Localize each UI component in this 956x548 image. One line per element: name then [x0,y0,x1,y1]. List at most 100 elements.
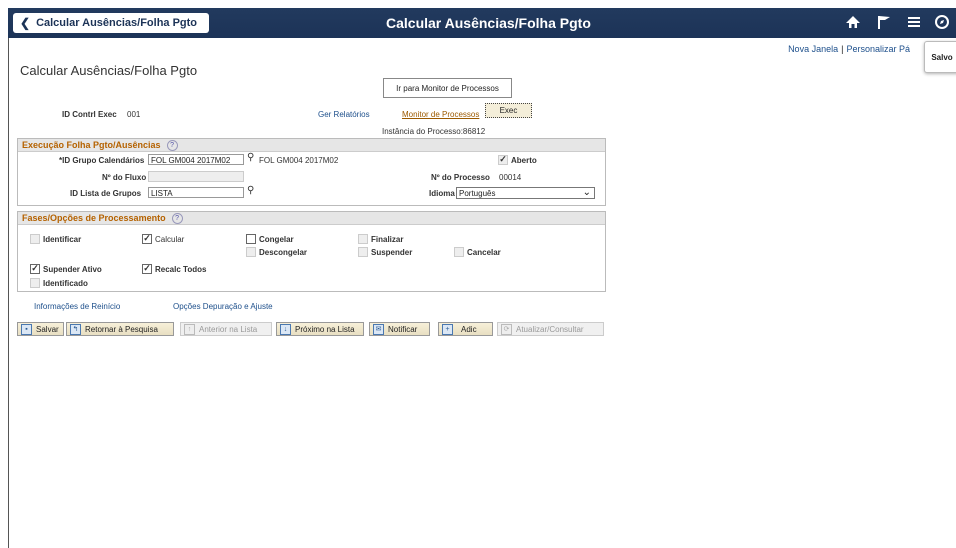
top-banner: ❮ Calcular Ausências/Folha Pgto Calcular… [8,8,956,38]
search-icon[interactable]: ⚲ [247,152,254,163]
recalc-all-checkbox[interactable]: ✓ Recalc Todos [142,264,206,274]
add-label: Adic [461,324,477,334]
chevron-left-icon: ❮ [20,16,31,30]
flow-label: Nº do Fluxo [102,173,147,182]
group-list-label: ID Lista de Grupos [70,189,142,198]
flag-icon[interactable] [876,14,892,35]
save-button[interactable]: ▪ Salvar [17,322,64,336]
cancel-label: Cancelar [467,247,501,257]
open-checkbox: ✓ Aberto [498,155,537,165]
open-label: Aberto [511,155,537,165]
next-label: Próximo na Lista [295,324,355,334]
suspend-checkbox: Suspender [358,247,412,257]
checkbox-box [358,247,368,257]
processing-phases-section: Fases/Opções de Processamento? [17,211,606,292]
language-select[interactable]: Português ⌄ [456,187,595,199]
search-icon[interactable]: ⚲ [247,185,254,196]
checkbox-box [30,234,40,244]
next-icon: ↓ [280,323,291,335]
identify-checkbox: Identificar [30,234,81,244]
suspend-label: Suspender [371,247,413,257]
unfreeze-checkbox: Descongelar [246,247,307,257]
next-in-list-button[interactable]: ↓ Próximo na Lista [276,322,364,336]
personalize-link[interactable]: Personalizar Pá [846,44,910,54]
compass-icon[interactable] [934,14,950,35]
language-label: Idioma [429,189,455,198]
return-to-search-button[interactable]: ↰ Retornar à Pesquisa [66,322,174,336]
save-label: Salvar [36,324,59,334]
menu-icon[interactable] [906,14,922,35]
recalc-all-label: Recalc Todos [155,264,207,274]
checkbox-box [30,278,40,288]
process-instance: Instância do Processo:86812 [382,127,486,136]
previous-icon: ↑ [184,323,195,335]
checkbox-box [358,234,368,244]
freeze-label: Congelar [259,234,294,244]
flow-input [148,171,244,182]
home-icon[interactable] [845,14,861,35]
identified-checkbox: Identificado [30,278,88,288]
section-header: Fases/Opções de Processamento? [18,212,605,225]
checkbox-box: ✓ [498,154,508,165]
add-button[interactable]: + Adic [438,322,493,336]
saved-popup: Salvo [924,41,956,73]
checkbox-box: ✓ [142,233,152,244]
help-icon[interactable]: ? [171,213,183,225]
new-window-link[interactable]: Nova Janela [788,44,838,54]
update-label: Atualizar/Consultar [516,324,584,334]
section-title: Fases/Opções de Processamento [22,213,166,223]
previous-in-list-button: ↑ Anterior na Lista [180,322,272,336]
debug-options-link[interactable]: Opções Depuração e Ajuste [173,302,273,311]
section-title: Execução Folha Pgto/Ausências [22,140,161,150]
checkbox-box [246,247,256,257]
suspend-active-label: Supender Ativo [43,264,102,274]
restart-info-link[interactable]: Informações de Reinício [34,302,120,311]
add-icon: + [442,323,453,335]
calculate-checkbox[interactable]: ✓ Calcular [142,234,184,244]
freeze-checkbox[interactable]: Congelar [246,234,294,244]
notify-icon: ✉ [373,323,384,335]
group-list-input[interactable]: LISTA [148,187,244,198]
calendar-group-description: FOL GM004 2017M02 [259,156,339,165]
suspend-active-checkbox[interactable]: ✓ Supender Ativo [30,264,102,274]
return-label: Retornar à Pesquisa [85,324,158,334]
exec-button[interactable]: Exec [485,103,532,118]
identified-label: Identificado [43,278,88,288]
save-icon: ▪ [21,323,32,335]
identify-label: Identificar [43,234,82,244]
update-icon: ⟳ [501,323,512,335]
process-number-value: 00014 [499,173,522,182]
help-icon[interactable]: ? [166,140,178,152]
finalize-label: Finalizar [371,234,404,244]
page-title: Calcular Ausências/Folha Pgto [20,63,198,78]
language-value: Português [459,189,496,198]
previous-label: Anterior na Lista [199,324,258,334]
calendar-group-input[interactable]: FOL GM004 2017M02 [148,154,244,165]
finalize-checkbox: Finalizar [358,234,403,244]
banner-title: Calcular Ausências/Folha Pgto [386,15,591,31]
notify-label: Notificar [388,324,418,334]
run-control-label: ID Contrl Exec [62,110,117,119]
cancel-checkbox: Cancelar [454,247,501,257]
checkbox-box [246,234,256,244]
section-header: Execução Folha Pgto/Ausências? [18,139,605,152]
process-number-label: Nº do Processo [431,173,490,182]
checkbox-box: ✓ [30,263,40,274]
back-button[interactable]: ❮ Calcular Ausências/Folha Pgto [13,13,209,33]
return-icon: ↰ [70,323,81,335]
link-separator: | [841,44,844,54]
chevron-down-icon: ⌄ [582,187,591,198]
notify-button[interactable]: ✉ Notificar [369,322,430,336]
calendar-group-label: *ID Grupo Calendários [59,156,145,165]
top-links: Nova Janela | Personalizar Pá [788,44,910,54]
process-monitor-link[interactable]: Monitor de Processos [402,110,479,119]
reports-link[interactable]: Ger Relatórios [318,110,370,119]
back-button-label: Calcular Ausências/Folha Pgto [36,17,198,29]
calculate-label: Calcular [155,234,185,244]
tooltip: Ir para Monitor de Processos [383,78,512,98]
checkbox-box [454,247,464,257]
unfreeze-label: Descongelar [259,247,308,257]
update-display-button: ⟳ Atualizar/Consultar [497,322,604,336]
run-control-value: 001 [127,110,141,119]
checkbox-box: ✓ [142,263,152,274]
